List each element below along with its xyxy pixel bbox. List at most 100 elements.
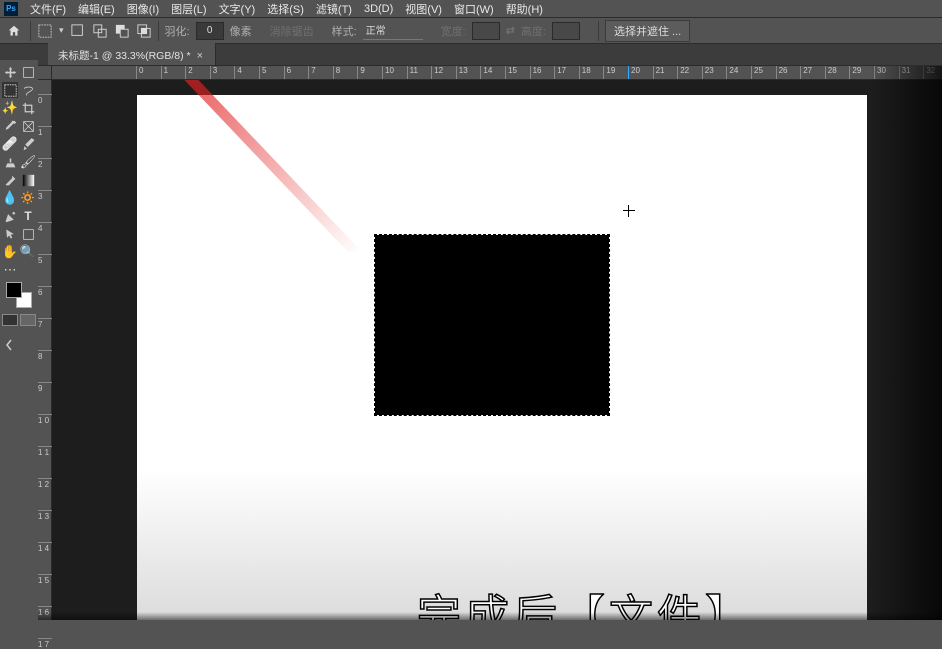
feather-unit: 像素 (230, 23, 252, 39)
ruler-v-tick: 1 6 (38, 606, 52, 617)
blur-tool[interactable]: 💧 (2, 190, 18, 206)
ruler-v-tick: 1 0 (38, 414, 52, 425)
menu-edit[interactable]: 编辑(E) (72, 0, 121, 19)
artboard-tool[interactable] (20, 64, 36, 80)
ruler-v-tick: 1 (38, 126, 52, 137)
eraser-tool[interactable] (2, 172, 18, 188)
style-select[interactable]: 正常 (363, 22, 423, 40)
ruler-v-tick: 0 (38, 94, 52, 105)
menu-window[interactable]: 窗口(W) (448, 0, 500, 19)
gradient-tool[interactable] (20, 172, 36, 188)
ruler-v-tick: 1 1 (38, 446, 52, 457)
home-button[interactable] (4, 21, 24, 41)
quickmask-mode-icon[interactable] (20, 314, 36, 326)
ruler-marker (628, 66, 629, 80)
magic-wand-tool[interactable]: ✨ (2, 100, 18, 116)
ruler-h-tick: 21 (653, 66, 665, 80)
menu-select[interactable]: 选择(S) (261, 0, 310, 19)
document-tab[interactable]: 未标题-1 @ 33.3%(RGB/8) * × (48, 43, 216, 65)
menu-image[interactable]: 图像(I) (121, 0, 165, 19)
color-swatches[interactable] (6, 282, 32, 308)
canvas-viewport[interactable]: 完成后【文件】 (52, 80, 942, 620)
annotation-caption: 完成后【文件】 (417, 580, 753, 620)
ruler-h-tick: 6 (284, 66, 291, 80)
chevron-down-icon[interactable]: ▾ (59, 25, 64, 36)
subtract-selection-icon[interactable] (114, 23, 130, 39)
menu-filter[interactable]: 滤镜(T) (310, 0, 358, 19)
width-input (472, 22, 500, 40)
frame-tool[interactable] (20, 118, 36, 134)
ruler-h-tick: 11 (407, 66, 418, 80)
height-input (552, 22, 580, 40)
ruler-h-tick: 8 (333, 66, 340, 80)
ruler-h-tick: 3 (210, 66, 217, 80)
ruler-h-tick: 32 (923, 66, 935, 80)
ruler-h-tick: 20 (628, 66, 640, 80)
feather-label: 羽化: (165, 23, 190, 39)
clone-stamp-tool[interactable] (2, 154, 18, 170)
more-tools-icon[interactable] (20, 262, 36, 278)
ruler-v-tick: 5 (38, 254, 52, 265)
menu-help[interactable]: 帮助(H) (500, 0, 549, 19)
eyedropper-tool[interactable] (2, 118, 18, 134)
ruler-h-tick: 29 (849, 66, 861, 80)
feather-input[interactable] (196, 22, 224, 40)
screen-mode-group (2, 314, 36, 326)
crop-tool[interactable] (20, 100, 36, 116)
history-brush-tool[interactable]: 🖌 (20, 154, 36, 170)
zoom-tool[interactable]: 🔍 (20, 244, 36, 260)
standard-mode-icon[interactable] (2, 314, 18, 326)
menu-view[interactable]: 视图(V) (399, 0, 448, 19)
ruler-vertical[interactable]: 01234567891 01 11 21 31 41 51 61 7 (38, 79, 52, 620)
new-selection-icon[interactable] (70, 23, 86, 39)
marquee-tool-preset[interactable] (37, 23, 53, 39)
ruler-v-tick: 1 4 (38, 542, 52, 553)
height-label: 高度: (521, 23, 546, 39)
ruler-h-tick: 26 (776, 66, 788, 80)
select-and-mask-button[interactable]: 选择并遮住 ... (605, 20, 690, 42)
separator (30, 21, 31, 41)
width-label: 宽度: (441, 23, 466, 39)
ruler-h-tick: 23 (702, 66, 714, 80)
ruler-v-tick: 6 (38, 286, 52, 297)
edit-toolbar-icon[interactable]: ⋯ (2, 262, 18, 278)
ruler-corner (38, 66, 52, 80)
foreground-color-swatch[interactable] (6, 282, 22, 298)
separator (598, 21, 599, 41)
shape-tool[interactable] (20, 226, 36, 242)
ruler-h-tick: 25 (751, 66, 763, 80)
ruler-h-tick: 22 (677, 66, 689, 80)
hand-tool[interactable]: ✋ (2, 244, 18, 260)
ruler-h-tick: 28 (825, 66, 837, 80)
marquee-selection[interactable] (375, 235, 609, 415)
intersect-selection-icon[interactable] (136, 23, 152, 39)
path-selection-tool[interactable] (2, 226, 18, 242)
close-icon[interactable]: × (197, 50, 203, 62)
ruler-horizontal[interactable]: 0123456789101112131415161718192021222324… (51, 66, 942, 80)
style-label: 样式: (332, 23, 357, 39)
ruler-h-tick: 9 (357, 66, 364, 80)
lasso-tool[interactable] (20, 82, 36, 98)
brush-tool[interactable] (20, 136, 36, 152)
pen-tool[interactable] (2, 208, 18, 224)
healing-brush-tool[interactable]: 🩹 (2, 136, 18, 152)
document-tab-bar: 未标题-1 @ 33.3%(RGB/8) * × (0, 44, 942, 66)
ruler-h-tick: 17 (554, 66, 566, 80)
dodge-tool[interactable]: 🔅 (20, 190, 36, 206)
canvas[interactable]: 完成后【文件】 (137, 95, 867, 620)
move-tool[interactable] (2, 64, 18, 80)
panel-collapse-handle[interactable] (0, 330, 18, 360)
add-selection-icon[interactable] (92, 23, 108, 39)
menu-type[interactable]: 文字(Y) (213, 0, 262, 19)
type-tool[interactable]: T (20, 208, 36, 224)
crosshair-cursor-icon (623, 205, 635, 217)
ruler-h-tick: 7 (308, 66, 315, 80)
ruler-h-tick: 13 (456, 66, 468, 80)
ruler-h-tick: 2 (185, 66, 192, 80)
menu-3d[interactable]: 3D(D) (358, 1, 399, 17)
ruler-v-tick: 1 3 (38, 510, 52, 521)
menu-layer[interactable]: 图层(L) (165, 0, 212, 19)
menu-file[interactable]: 文件(F) (24, 0, 72, 19)
ruler-h-tick: 27 (800, 66, 812, 80)
marquee-tool[interactable] (2, 82, 18, 98)
